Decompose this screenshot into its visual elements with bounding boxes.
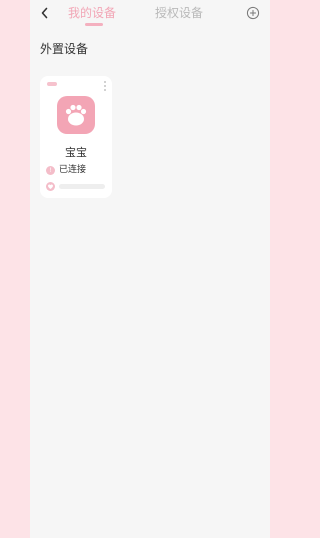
device-info-placeholder xyxy=(59,184,105,189)
device-name: 宝宝 xyxy=(65,146,87,159)
device-badge xyxy=(47,82,57,86)
app-screen: 我的设备 授权设备 外置设备 宝宝 ! 已连接 xyxy=(30,0,270,538)
tab-authorized-devices[interactable]: 授权设备 xyxy=(155,5,203,21)
plus-circle-icon[interactable] xyxy=(246,5,260,20)
device-status: 已连接 xyxy=(59,165,87,175)
info-icon: ! xyxy=(46,166,55,175)
section-title: 外置设备 xyxy=(40,42,89,56)
tab-my-devices[interactable]: 我的设备 xyxy=(68,5,116,21)
device-icon-box xyxy=(57,96,95,134)
chevron-left-icon[interactable] xyxy=(39,5,51,19)
device-card[interactable]: 宝宝 ! 已连接 xyxy=(40,76,112,198)
paw-icon xyxy=(65,104,87,126)
active-tab-indicator xyxy=(85,23,103,26)
more-vertical-icon[interactable] xyxy=(103,81,107,95)
top-bar: 我的设备 授权设备 xyxy=(30,0,270,28)
heart-icon xyxy=(46,182,55,191)
